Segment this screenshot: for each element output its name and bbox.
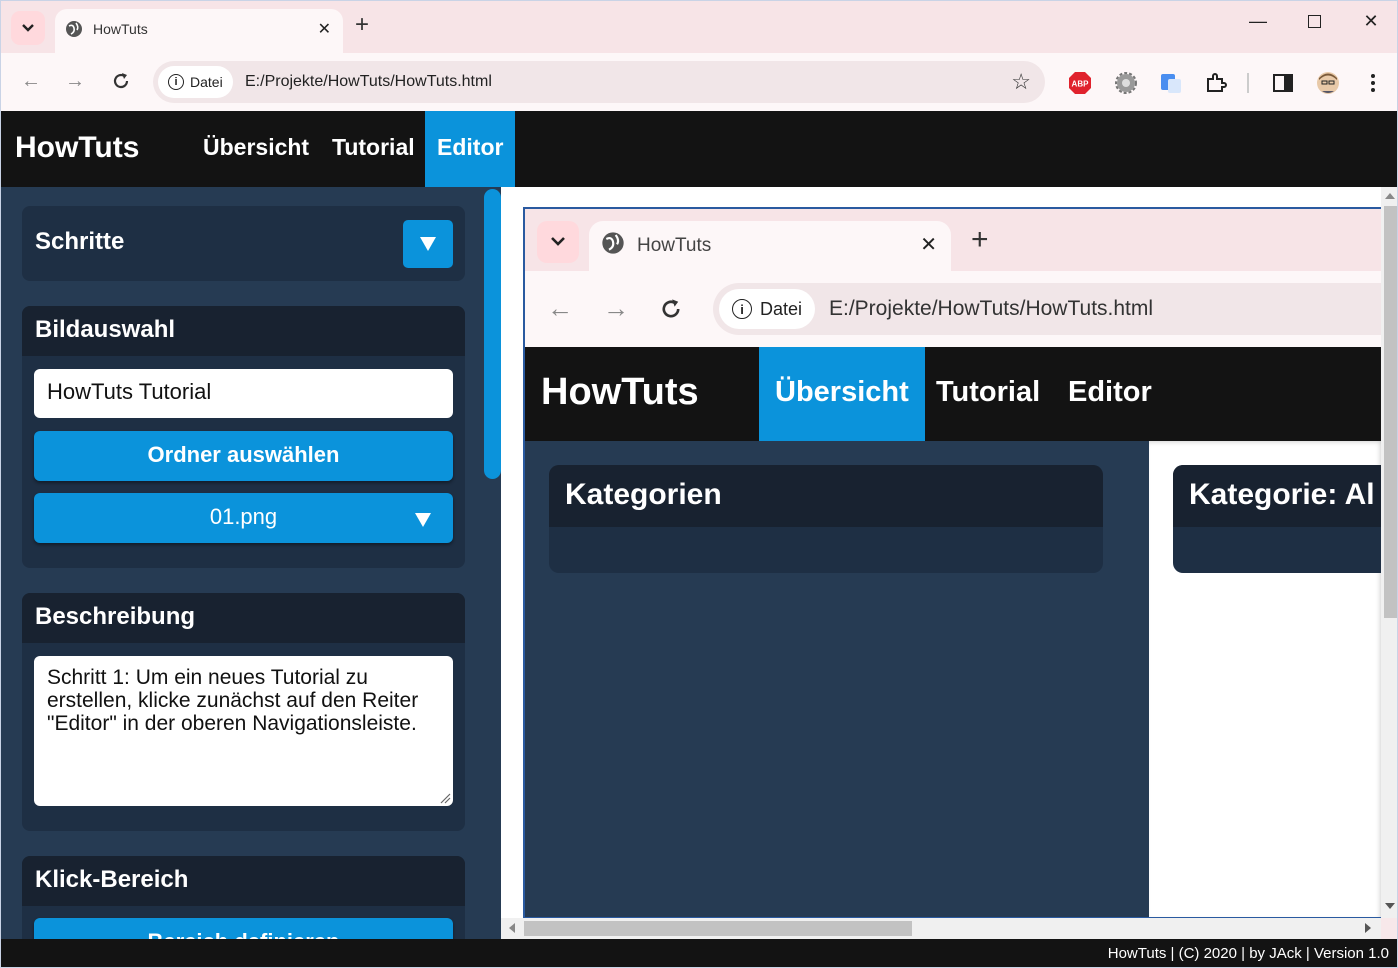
preview-nav-overview: Übersicht — [759, 347, 925, 441]
preview-vertical-scroll-thumb[interactable] — [1384, 206, 1397, 618]
toolbar-divider — [1247, 73, 1249, 93]
nav-tab-tutorial[interactable]: Tutorial — [320, 111, 427, 187]
image-file-select[interactable]: 01.png — [34, 493, 453, 543]
preview-categories-title: Kategorien — [549, 465, 1103, 527]
forward-arrow-icon: → — [603, 293, 629, 323]
preview-site-info-chip: i Datei — [719, 289, 816, 329]
minimize-button[interactable]: — — [1236, 11, 1280, 32]
preview-new-tab-icon: + — [971, 223, 989, 256]
steps-panel: Schritte — [22, 206, 465, 281]
image-select-panel: Bildauswahl HowTuts Tutorial Ordner ausw… — [22, 306, 465, 568]
svg-text:ABP: ABP — [1072, 80, 1090, 89]
preview-navbar: HowTuts Übersicht Tutorial Editor — [525, 347, 1381, 441]
forward-arrow-icon[interactable]: → — [61, 69, 89, 93]
preview-categories-area: Kategorien — [525, 441, 1149, 917]
nav-tab-editor[interactable]: Editor — [425, 111, 515, 187]
globe-icon — [66, 21, 82, 37]
resize-handle-icon[interactable] — [439, 792, 451, 804]
steps-title: Schritte — [35, 228, 125, 255]
back-arrow-icon[interactable]: ← — [17, 69, 45, 93]
preview-screenshot[interactable]: HowTuts ✕ + ← → i Datei E:/Projekte/HowT… — [523, 207, 1381, 918]
app-window: HowTuts ✕ + — ✕ ← → i Datei E:/Projekte/… — [0, 0, 1398, 968]
description-textarea[interactable]: Schritt 1: Um ein neues Tutorial zu erst… — [34, 656, 453, 806]
close-tab-icon: ✕ — [920, 234, 937, 256]
editor-sidebar: Schritte Bildauswahl HowTuts Tutorial Or… — [1, 187, 501, 939]
click-area-title: Klick-Bereich — [22, 856, 465, 906]
gear-extension-icon[interactable] — [1114, 71, 1138, 95]
description-panel: Beschreibung Schritt 1: Um ein neues Tut… — [22, 593, 465, 831]
dropdown-arrow-icon — [420, 237, 436, 251]
scroll-left-arrow-icon[interactable] — [509, 923, 515, 933]
scroll-down-arrow-icon[interactable] — [1385, 903, 1395, 909]
info-icon: i — [732, 299, 752, 319]
preview-url-text: E:/Projekte/HowTuts/HowTuts.html — [829, 297, 1154, 320]
puzzle-extensions-icon[interactable] — [1204, 71, 1228, 95]
tutorial-name-input[interactable]: HowTuts Tutorial — [34, 369, 453, 418]
preview-tab-title: HowTuts — [637, 235, 712, 256]
nav-tab-overview[interactable]: Übersicht — [191, 111, 321, 187]
click-area-panel: Klick-Bereich Bereich definieren — [22, 856, 465, 939]
close-tab-icon[interactable]: ✕ — [318, 19, 331, 39]
adblock-extension-icon[interactable]: ABP — [1068, 71, 1092, 95]
translate-extension-icon[interactable] — [1159, 71, 1183, 95]
sidebar-scrollbar[interactable] — [484, 189, 501, 479]
browser-tab[interactable]: HowTuts ✕ — [55, 9, 343, 53]
app-footer: HowTuts | (C) 2020 | by JAck | Version 1… — [1, 939, 1397, 967]
browser-menu-icon[interactable] — [1361, 71, 1385, 95]
reload-icon — [662, 299, 680, 318]
app-brand: HowTuts — [15, 131, 140, 164]
image-select-title: Bildauswahl — [22, 306, 465, 356]
close-window-button[interactable]: ✕ — [1349, 11, 1393, 32]
chevron-down-icon — [551, 237, 565, 246]
tab-search-button[interactable] — [11, 11, 45, 45]
select-folder-button[interactable]: Ordner auswählen — [34, 431, 453, 481]
dropdown-arrow-icon — [415, 513, 431, 527]
app-navbar: HowTuts Übersicht Tutorial Editor — [1, 111, 1397, 187]
preview-tabstrip: HowTuts ✕ + — [525, 209, 1381, 273]
steps-toggle-button[interactable] — [403, 220, 453, 268]
preview-nav-tutorial: Tutorial — [936, 376, 1041, 408]
preview-category-title: Kategorie: Al — [1173, 465, 1381, 527]
profile-avatar[interactable] — [1316, 71, 1340, 95]
new-tab-button[interactable]: + — [355, 13, 369, 37]
preview-site-info-label: Datei — [760, 298, 803, 319]
description-title: Beschreibung — [22, 593, 465, 643]
preview-nav-editor: Editor — [1068, 376, 1152, 408]
browser-tab-title: HowTuts — [93, 21, 148, 37]
side-panel-icon[interactable] — [1271, 71, 1295, 95]
globe-icon — [602, 232, 624, 254]
address-bar[interactable]: i Datei E:/Projekte/HowTuts/HowTuts.html… — [153, 61, 1045, 103]
back-arrow-icon: ← — [547, 293, 573, 323]
bookmark-star-icon[interactable]: ☆ — [1011, 69, 1031, 95]
site-info-label: Datei — [190, 74, 223, 90]
browser-toolbar: ← → i Datei E:/Projekte/HowTuts/HowTuts.… — [1, 53, 1397, 111]
preview-category-panel: Kategorie: Al — [1173, 465, 1381, 573]
maximize-icon — [1307, 15, 1321, 28]
preview-categories-panel: Kategorien — [549, 465, 1103, 573]
preview-tab-menu — [537, 221, 579, 263]
preview-tab: HowTuts ✕ — [589, 221, 951, 273]
scroll-right-arrow-icon[interactable] — [1365, 923, 1371, 933]
screenshot-preview[interactable]: HowTuts ✕ + ← → i Datei E:/Projekte/HowT… — [501, 187, 1381, 918]
preview-address-bar: i Datei E:/Projekte/HowTuts/HowTuts.html — [713, 283, 1381, 335]
reload-icon[interactable] — [107, 69, 135, 97]
define-area-button[interactable]: Bereich definieren — [34, 918, 453, 939]
preview-content-area: Kategorie: Al — [1149, 441, 1381, 917]
info-icon: i — [168, 74, 184, 90]
preview-horizontal-scroll-thumb[interactable] — [524, 921, 912, 936]
chevron-down-icon — [22, 24, 34, 32]
url-text: E:/Projekte/HowTuts/HowTuts.html — [245, 73, 492, 90]
image-file-select-value: 01.png — [209, 504, 278, 529]
preview-toolbar: ← → i Datei E:/Projekte/HowTuts/HowTuts.… — [525, 271, 1381, 347]
scroll-up-arrow-icon[interactable] — [1385, 193, 1395, 199]
browser-tabstrip: HowTuts ✕ + — ✕ — [1, 1, 1397, 53]
maximize-button[interactable] — [1292, 11, 1336, 33]
site-info-chip[interactable]: i Datei — [158, 66, 233, 98]
preview-brand: HowTuts — [541, 371, 699, 413]
